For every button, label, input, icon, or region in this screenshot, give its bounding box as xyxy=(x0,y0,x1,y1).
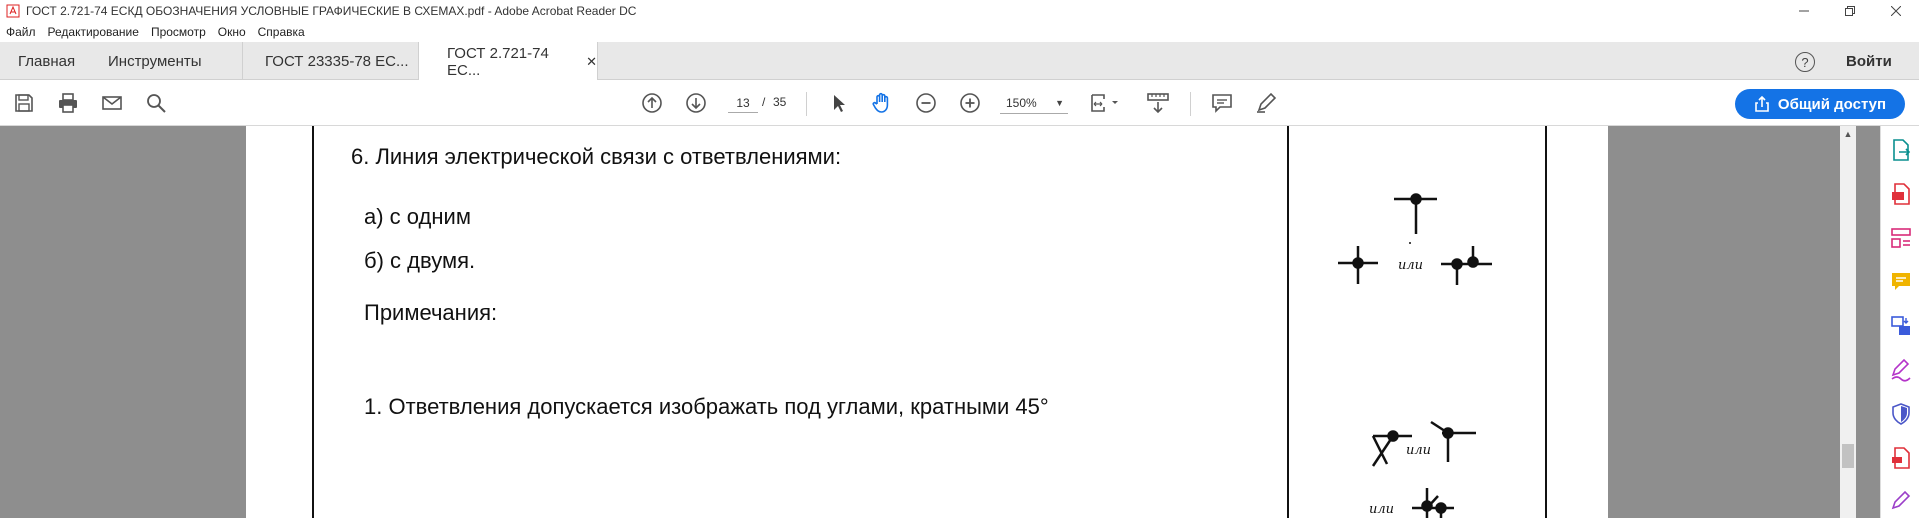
minus-circle-icon xyxy=(916,93,936,113)
menu-bar: Файл Редактирование Просмотр Окно Справк… xyxy=(0,22,1919,42)
create-pdf-icon[interactable] xyxy=(1889,182,1913,206)
acrobat-app-icon xyxy=(6,4,20,18)
login-link[interactable]: Войти xyxy=(1846,53,1892,70)
branch-symbols-drawing: или или или xyxy=(1338,193,1492,518)
list-item-a: а) с одним xyxy=(364,204,471,229)
toolbar-divider xyxy=(1190,92,1191,116)
organize-pages-icon[interactable] xyxy=(1889,226,1913,250)
arrow-up-circle-icon xyxy=(642,93,662,113)
help-icon[interactable]: ? xyxy=(1795,52,1815,72)
right-tools-pane xyxy=(1880,126,1919,518)
or-label-2: или xyxy=(1406,443,1431,458)
select-tool-button[interactable] xyxy=(826,91,850,115)
next-page-button[interactable] xyxy=(684,91,708,115)
tab-document-2-label: ГОСТ 2.721-74 ЕС... xyxy=(447,44,549,79)
save-button[interactable] xyxy=(12,91,36,115)
comment-button[interactable] xyxy=(1210,91,1234,115)
menu-file[interactable]: Файл xyxy=(6,25,36,39)
tab-home[interactable]: Главная xyxy=(18,42,75,80)
minimize-icon xyxy=(1799,10,1809,12)
document-viewer[interactable]: 6. Линия электрической связи с ответвлен… xyxy=(0,126,1880,518)
table-border-right xyxy=(1545,126,1547,518)
draw-button[interactable] xyxy=(1254,91,1278,115)
arrow-down-circle-icon xyxy=(686,93,706,113)
tab-document-2[interactable]: ГОСТ 2.721-74 ЕС... ✕ xyxy=(418,42,598,81)
or-label-3: или xyxy=(1369,502,1394,517)
scroll-thumb[interactable] xyxy=(1842,444,1854,468)
total-pages: 35 xyxy=(773,95,787,109)
window-title: ГОСТ 2.721-74 ЕСКД ОБОЗНАЧЕНИЯ УСЛОВНЫЕ … xyxy=(26,4,637,18)
fill-sign-icon[interactable] xyxy=(1889,358,1913,382)
print-button[interactable] xyxy=(56,91,80,115)
hand-tool-button[interactable] xyxy=(870,91,894,115)
plus-circle-icon xyxy=(960,93,980,113)
double-angled-branch-symbol xyxy=(1412,488,1454,518)
table-border-middle xyxy=(1287,126,1289,518)
double-branch-cross-symbol xyxy=(1338,246,1378,284)
hand-icon xyxy=(872,92,889,113)
print-icon xyxy=(59,93,77,113)
tab-close-icon[interactable]: ✕ xyxy=(586,54,597,70)
zoom-level-value: 150% xyxy=(1006,96,1037,110)
page-number-input[interactable]: 13 xyxy=(728,93,758,113)
table-border-left xyxy=(312,126,314,518)
comment-tool-icon[interactable] xyxy=(1889,270,1913,294)
tab-tools-label: Инструменты xyxy=(108,52,202,70)
list-item-b: б) с двумя. xyxy=(364,248,476,273)
scrolling-mode-button[interactable] xyxy=(1146,91,1170,115)
note-1: 1. Ответвления допускается изображать по… xyxy=(364,394,1049,419)
vertical-scrollbar[interactable]: ▲ xyxy=(1840,126,1856,518)
pdf-page: 6. Линия электрической связи с ответвлен… xyxy=(246,126,1608,518)
zoom-out-button[interactable] xyxy=(914,91,938,115)
tab-document-1[interactable]: ГОСТ 23335-78 ЕС... xyxy=(242,42,418,80)
scroll-up-arrow-icon[interactable]: ▲ xyxy=(1840,129,1856,141)
export-pdf-icon[interactable] xyxy=(1889,138,1913,162)
share-icon xyxy=(1754,96,1770,112)
save-icon xyxy=(15,94,33,112)
menu-view[interactable]: Просмотр xyxy=(151,25,206,39)
cursor-arrow-icon xyxy=(834,95,845,112)
close-icon xyxy=(1891,6,1901,16)
single-branch-symbol xyxy=(1394,193,1437,234)
zoom-in-button[interactable] xyxy=(958,91,982,115)
tab-home-label: Главная xyxy=(18,52,76,70)
title-bar: ГОСТ 2.721-74 ЕСКД ОБОЗНАЧЕНИЯ УСЛОВНЫЕ … xyxy=(0,0,1919,22)
share-button-label: Общий доступ xyxy=(1777,95,1887,113)
tab-document-1-label: ГОСТ 23335-78 ЕС... xyxy=(265,52,409,70)
scroll-mode-icon xyxy=(1147,93,1169,114)
page-fit-button[interactable] xyxy=(1090,91,1124,115)
fit-page-icon xyxy=(1091,94,1118,112)
main-toolbar: 13 / 35 150% ▼ Общий доступ xyxy=(0,80,1919,126)
tab-tools[interactable]: Инструменты xyxy=(108,42,202,80)
tab-bar: Главная Инструменты ГОСТ 23335-78 ЕС... … xyxy=(0,42,1919,81)
search-button[interactable] xyxy=(144,91,168,115)
section-heading: 6. Линия электрической связи с ответвлен… xyxy=(351,144,842,169)
share-button[interactable]: Общий доступ xyxy=(1735,89,1905,119)
or-label-1: или xyxy=(1398,258,1423,273)
menu-help[interactable]: Справка xyxy=(258,25,305,39)
minimize-button[interactable] xyxy=(1781,0,1827,22)
pen-icon xyxy=(1257,92,1277,113)
combine-files-icon[interactable] xyxy=(1889,314,1913,338)
protect-shield-icon[interactable] xyxy=(1889,402,1913,426)
notes-title: Примечания: xyxy=(364,300,498,325)
menu-edit[interactable]: Редактирование xyxy=(48,25,139,39)
mail-icon xyxy=(102,96,122,110)
restore-icon xyxy=(1845,6,1855,16)
search-icon xyxy=(147,94,166,113)
previous-page-button[interactable] xyxy=(640,91,664,115)
double-branch-offset-symbol xyxy=(1441,246,1492,285)
chevron-down-icon: ▼ xyxy=(1055,98,1064,108)
restore-button[interactable] xyxy=(1827,0,1873,22)
more-tools-icon[interactable] xyxy=(1889,490,1913,514)
edit-pdf-icon[interactable] xyxy=(1889,446,1913,470)
page-separator: / xyxy=(762,95,766,109)
zoom-level-select[interactable]: 150% ▼ xyxy=(1000,92,1068,114)
menu-window[interactable]: Окно xyxy=(218,25,246,39)
angled-branch-symbol-2 xyxy=(1430,420,1476,462)
close-window-button[interactable] xyxy=(1873,0,1919,22)
comment-icon xyxy=(1212,94,1232,113)
email-button[interactable] xyxy=(100,91,124,115)
toolbar-divider xyxy=(806,92,807,116)
